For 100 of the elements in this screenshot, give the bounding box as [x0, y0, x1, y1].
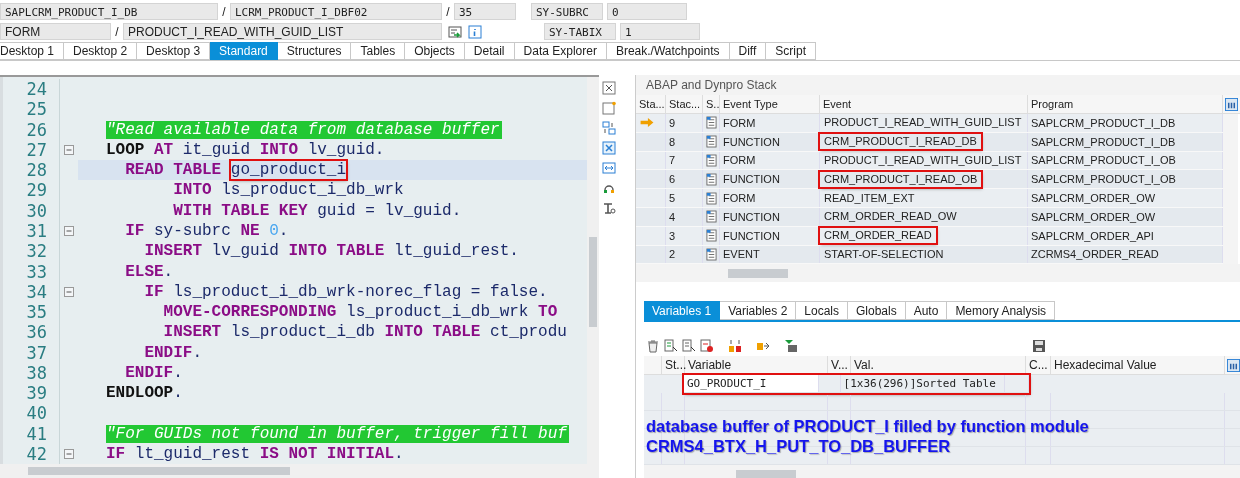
code-text: it_guid [181, 140, 251, 159]
scrollbar[interactable] [1223, 114, 1238, 265]
column-header[interactable]: Val. [851, 356, 1026, 374]
variables-tab[interactable]: Globals [848, 301, 906, 320]
table-cell: 9 [666, 114, 703, 132]
line-number: 34 [25, 281, 48, 302]
column-header[interactable]: S.. [703, 95, 720, 113]
code-comment: "For GUIDs not found in buffer, trigger fill buf [106, 424, 569, 443]
code-keyword: INTO [258, 140, 299, 159]
navigate-icon[interactable] [448, 24, 462, 39]
table-cell-text: PRODUCT_I_READ_WITH_GUID_LIST [823, 115, 1023, 131]
table-cell: FORM [720, 189, 820, 207]
code-comment: "Read available data from database buffer [106, 120, 502, 139]
variables-tab[interactable]: Memory Analysis [947, 301, 1056, 320]
list-edit-icon[interactable] [664, 339, 678, 353]
close-icon[interactable] [602, 81, 617, 95]
column-header[interactable]: Event [820, 95, 1028, 113]
code-keyword: IF [124, 222, 145, 240]
table-cell: 2 [666, 245, 703, 264]
highlight-box: CRM_PRODUCT_I_READ_OB [820, 171, 982, 187]
desktop-tab[interactable]: Break./Watchpoints [606, 42, 730, 60]
code-keyword: NE [239, 222, 260, 240]
new-page-icon[interactable] [602, 101, 617, 115]
collapse-icon[interactable] [64, 448, 74, 459]
scrollbar[interactable] [0, 464, 600, 478]
column-header[interactable]: Sta... [636, 95, 666, 113]
code-text: ls_product_i_db_wrk-norec_flag = false. [172, 282, 548, 301]
code-keyword: INTO [172, 181, 212, 200]
code-text: ls_product_i_db [229, 323, 375, 342]
line-number: 39 [25, 383, 48, 404]
code-text: . [278, 222, 289, 240]
table-cell-text: START-OF-SELECTION [823, 246, 945, 262]
column-header[interactable]: Variable [685, 356, 828, 374]
variables-tab[interactable]: Auto [905, 301, 948, 320]
desktop-tab[interactable]: Desktop 2 [64, 42, 138, 60]
column-settings-icon[interactable] [1227, 358, 1240, 372]
table-cell: FORM [720, 114, 820, 132]
code-text: . [173, 363, 183, 382]
sort-icon[interactable] [728, 339, 742, 353]
code-text: guid = lv_guid. [316, 201, 462, 220]
desktop-tab[interactable]: Detail [464, 42, 515, 60]
code-text: lt_guid_rest [133, 444, 251, 463]
column-header[interactable]: Hexadecimal Value [1051, 356, 1225, 374]
line-number: 24 [25, 79, 48, 100]
scrollbar[interactable] [636, 264, 1240, 283]
column-header[interactable]: Program [1028, 95, 1223, 113]
variables-tab[interactable]: Variables 1 [644, 301, 721, 320]
tools-icon[interactable] [602, 201, 617, 215]
desktop-tab[interactable]: Tables [351, 42, 406, 60]
close-icon[interactable] [602, 141, 617, 155]
desktop-tab[interactable]: Desktop 3 [137, 42, 211, 60]
save-icon[interactable] [1032, 339, 1046, 353]
collapse-icon[interactable] [64, 144, 74, 155]
delete-row-icon[interactable] [700, 339, 714, 353]
code-keyword: MOVE-CORRESPONDING [162, 303, 337, 322]
event-type-field: FORM [0, 23, 111, 40]
column-settings-icon[interactable] [1225, 97, 1238, 111]
include-field: LCRM_PRODUCT_I_DBF02 [230, 3, 442, 20]
desktop-tab[interactable]: Data Explorer [514, 42, 607, 60]
trash-icon[interactable] [646, 339, 660, 353]
column-header[interactable]: St... [662, 356, 685, 374]
desktop-tab[interactable]: Diff [729, 42, 767, 60]
annotation-text: database buffer of PRODUCT_I filled by function module [646, 416, 1089, 436]
sysvar-name: SY-TABIX [544, 23, 616, 40]
column-header[interactable]: C... [1026, 356, 1051, 374]
code-text: ls_product_i_db_wrk [345, 303, 529, 322]
event-field: PRODUCT_I_READ_WITH_GUID_LIST [123, 23, 442, 40]
code-text: . [192, 343, 203, 362]
column-header[interactable]: V... [828, 356, 851, 374]
line-number: 33 [25, 261, 48, 282]
variables-tab[interactable]: Variables 2 [720, 301, 797, 320]
table-cell: 3 [666, 226, 703, 245]
table-cell-text: PRODUCT_I_READ_WITH_GUID_LIST [823, 153, 1023, 168]
line-field: 35 [454, 3, 516, 20]
desktop-tab[interactable]: Standard [210, 42, 278, 60]
desktop-tab[interactable]: Desktop 1 [0, 42, 65, 60]
table-cell: 7 [666, 151, 703, 170]
scrollbar[interactable] [644, 465, 1240, 478]
column-header[interactable]: Event Type [720, 95, 820, 113]
swap-icon[interactable] [602, 121, 617, 135]
column-header[interactable]: Stac... [666, 95, 703, 113]
code-keyword: WITH TABLE KEY [172, 201, 308, 220]
code-keyword: INSERT [143, 242, 202, 261]
info-icon[interactable] [468, 24, 482, 39]
desktop-tab[interactable]: Structures [277, 42, 352, 60]
table-cell-text: CRM_ORDER_READ_OW [823, 209, 958, 225]
filter-icon[interactable] [784, 339, 798, 353]
line-number: 40 [25, 403, 48, 424]
scrollbar[interactable] [587, 77, 600, 464]
desktop-tab[interactable]: Script [766, 42, 816, 60]
resize-icon[interactable] [602, 161, 617, 175]
collapse-icon[interactable] [64, 226, 74, 236]
document-icon [706, 154, 717, 167]
separator: / [445, 4, 451, 19]
variables-tab[interactable]: Locals [796, 301, 848, 320]
list-edit-icon[interactable] [682, 339, 696, 353]
separator: / [221, 4, 227, 19]
collapse-icon[interactable] [64, 286, 74, 297]
table-cell-text: READ_ITEM_EXT [823, 190, 916, 206]
desktop-tab[interactable]: Objects [405, 42, 465, 60]
